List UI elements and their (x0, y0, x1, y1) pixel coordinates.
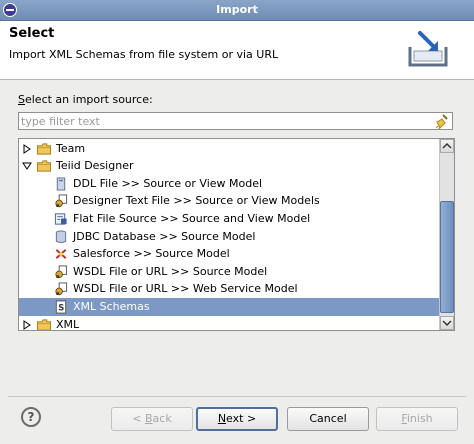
salesforce-icon (55, 249, 67, 259)
import-source-label: Select an import source: (18, 93, 153, 106)
wsdl-icon (55, 282, 68, 296)
wizard-header: Select Import XML Schemas from file syst… (0, 21, 474, 80)
tree-item[interactable]: Team (19, 140, 440, 158)
ddl-file-icon (56, 177, 66, 191)
tree-item[interactable]: S XML Schemas (19, 297, 440, 316)
svg-text:S: S (58, 302, 64, 312)
filter-field[interactable] (18, 112, 453, 130)
tree-item-label: Flat File Source >> Source and View Mode… (73, 211, 311, 225)
folder-icon (37, 318, 51, 330)
arrow-down-icon (442, 320, 452, 327)
folder-icon (37, 142, 51, 155)
title-bar[interactable]: Import (0, 0, 474, 21)
tree-item-label: XML (56, 317, 80, 331)
tree-item-label: JDBC Database >> Source Model (73, 229, 256, 243)
back-button[interactable]: < Back (111, 407, 193, 431)
scroll-thumb[interactable] (440, 201, 454, 313)
page-title: Select (9, 26, 55, 41)
tree-item[interactable]: Teiid Designer (19, 157, 440, 175)
collapsed-arrow-icon[interactable] (22, 319, 32, 330)
finish-button[interactable]: Finish (376, 407, 458, 431)
button-bar-separator (8, 396, 466, 397)
next-button[interactable]: Next > (196, 407, 278, 431)
clear-filter-icon[interactable] (434, 114, 449, 129)
tree-item-label: Salesforce >> Source Model (73, 247, 230, 261)
tree-item[interactable]: Flat File Source >> Source and View Mode… (19, 210, 440, 228)
wsdl-icon (55, 265, 68, 278)
tree-scrollbar[interactable] (439, 139, 454, 330)
tree-item[interactable]: WSDL File or URL >> Web Service Model (19, 280, 440, 298)
folder-icon (37, 160, 51, 172)
help-button[interactable]: ? (21, 407, 41, 427)
scroll-down-button[interactable] (440, 316, 454, 330)
tree-item[interactable]: JDBC Database >> Source Model (19, 228, 440, 246)
database-icon (55, 229, 67, 243)
tree-item-label: WSDL File or URL >> Web Service Model (73, 282, 298, 296)
flat-file-icon (54, 213, 67, 225)
tree-item-label: Team (56, 141, 86, 155)
import-source-tree[interactable]: Team Teiid Designer DDL File >> Source or … (18, 138, 455, 331)
window-title: Import (216, 3, 258, 16)
expanded-arrow-icon[interactable] (22, 161, 32, 171)
arrow-up-icon (442, 142, 452, 149)
tree-item-label: DDL File >> Source or View Model (73, 176, 263, 190)
import-wizard-icon (408, 31, 448, 67)
tree-item[interactable]: Designer Text File >> Source or View Mod… (19, 192, 440, 210)
collapsed-arrow-icon[interactable] (22, 143, 32, 154)
page-description: Import XML Schemas from file system or v… (9, 48, 279, 61)
tree-item[interactable]: DDL File >> Source or View Model (19, 175, 440, 193)
cancel-button[interactable]: Cancel (287, 407, 369, 431)
tree-item-label: Teiid Designer (56, 159, 134, 173)
filter-input[interactable] (21, 113, 426, 129)
tree-item-label: Designer Text File >> Source or View Mod… (73, 194, 320, 208)
tree-item[interactable]: XML (19, 316, 440, 331)
text-import-icon (55, 194, 68, 208)
tree-item-label: WSDL File or URL >> Source Model (73, 264, 268, 278)
tree-item[interactable]: Salesforce >> Source Model (19, 245, 440, 263)
scroll-up-button[interactable] (440, 139, 454, 153)
tree-item-label: XML Schemas (73, 299, 150, 313)
tree-item[interactable]: WSDL File or URL >> Source Model (19, 263, 440, 281)
xml-schema-icon: S (55, 300, 67, 314)
